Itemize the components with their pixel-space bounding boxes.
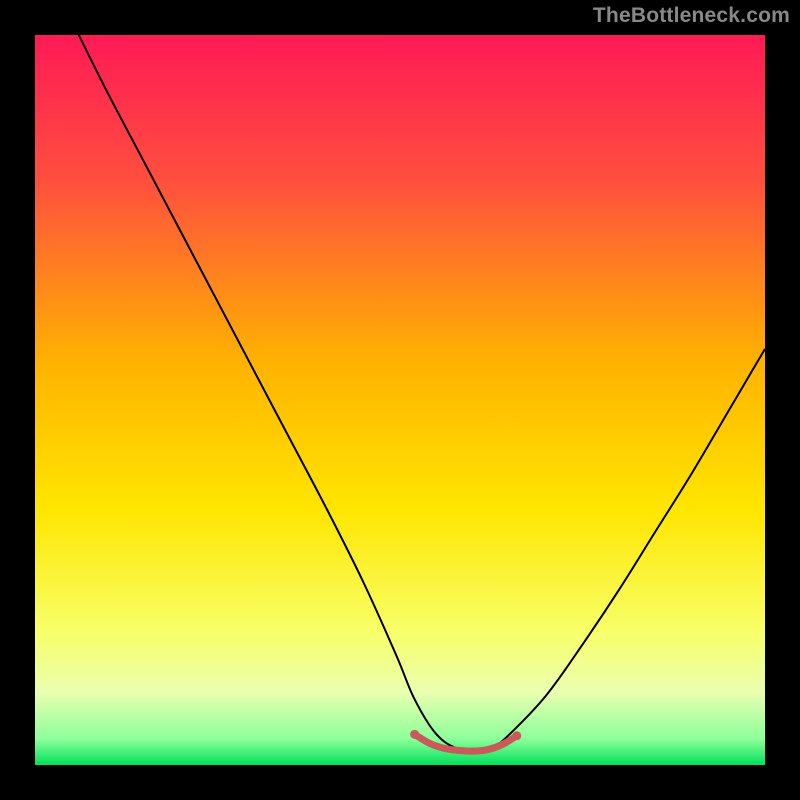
valley-endpoint: [410, 730, 419, 739]
bottleneck-chart: [0, 0, 800, 800]
watermark-text: TheBottleneck.com: [593, 4, 790, 28]
plot-background-gradient: [35, 35, 765, 765]
valley-endpoint: [512, 731, 521, 740]
